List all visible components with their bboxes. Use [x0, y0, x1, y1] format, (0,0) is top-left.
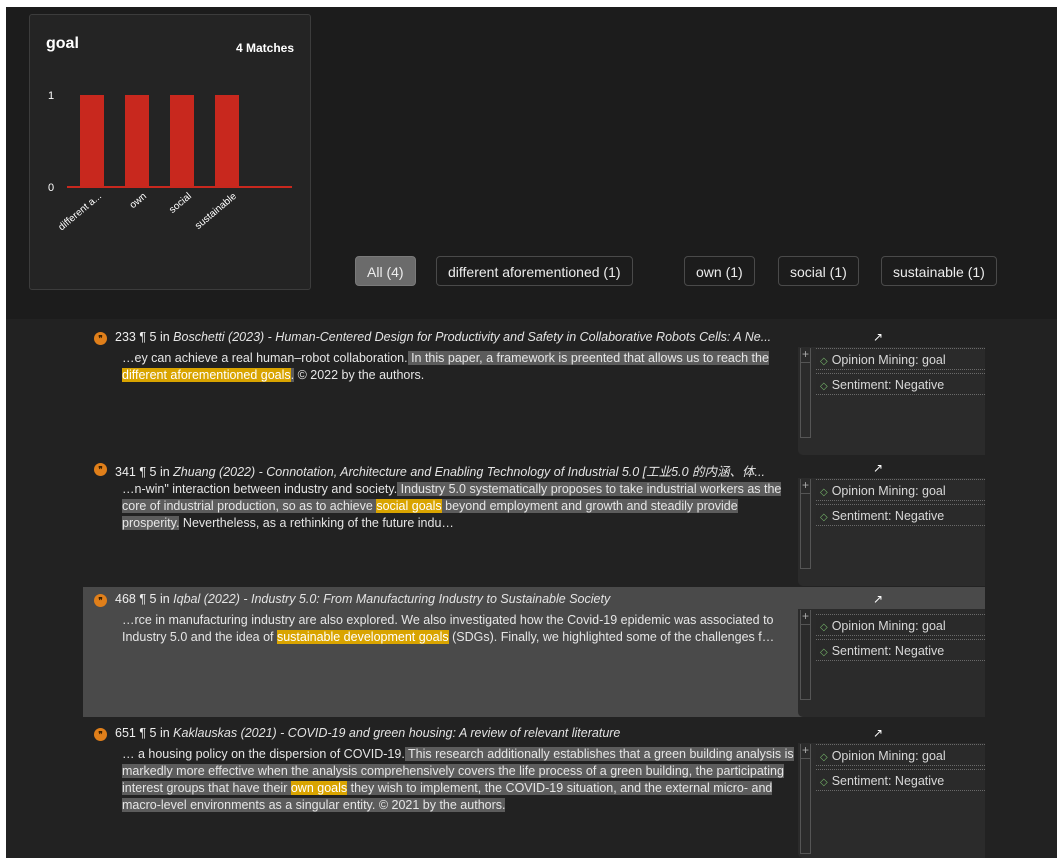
result-header[interactable]: 468 ¶ 5 in Iqbal (2022) - Industry 5.0: …: [115, 592, 795, 606]
code-tag[interactable]: ◇ Opinion Mining: goal: [816, 744, 985, 766]
chart-title: goal: [46, 35, 79, 52]
x-tick-label: different a...: [57, 191, 104, 233]
open-external-icon[interactable]: ↗: [873, 461, 883, 475]
result-header[interactable]: 651 ¶ 5 in Kaklauskas (2021) - COVID-19 …: [115, 726, 795, 740]
result-text: …ey can achieve a real human–robot colla…: [122, 351, 769, 382]
code-tag[interactable]: ◇ Opinion Mining: goal: [816, 614, 985, 636]
result-row[interactable]: ❞ 233 ¶ 5 in Boschetti (2023) - Human-Ce…: [83, 325, 985, 455]
match-highlight: own goals: [290, 781, 348, 795]
diamond-icon: ◇: [820, 622, 828, 633]
chart-card[interactable]: 0 1 different a... own social sustainable goa…: [29, 14, 311, 290]
match-highlight: sustainable development goals: [276, 630, 449, 644]
x-tick-label: sustainable: [193, 191, 239, 232]
bar: [170, 95, 194, 187]
code-tag[interactable]: ◇ Sentiment: Negative: [816, 639, 985, 661]
bar-chart: 0 1 different a... own social sustainable: [48, 90, 292, 233]
result-header[interactable]: 233 ¶ 5 in Boschetti (2023) - Human-Cent…: [115, 330, 795, 344]
code-tag[interactable]: ◇ Opinion Mining: goal: [816, 479, 985, 501]
diamond-icon: ◇: [820, 647, 828, 658]
filter-sustainable[interactable]: sustainable (1): [881, 256, 997, 286]
result-text: …rce in manufacturing industry are also …: [122, 613, 775, 644]
filter-different-aforementioned[interactable]: different aforementioned (1): [436, 256, 633, 286]
match-count: 4 Matches: [235, 41, 294, 55]
diamond-icon: ◇: [820, 512, 828, 523]
quote-bubble-icon: ❞: [94, 332, 107, 345]
match-highlight: social goals: [376, 499, 442, 513]
bar: [80, 95, 104, 187]
bar: [215, 95, 239, 187]
result-header[interactable]: 341 ¶ 5 in Zhuang (2022) - Connotation, …: [115, 461, 795, 480]
quote-bubble-icon: ❞: [94, 728, 107, 741]
y-tick-label: 0: [48, 182, 54, 194]
open-external-icon[interactable]: ↗: [873, 592, 883, 606]
diamond-icon: ◇: [820, 381, 828, 392]
x-tick-label: own: [128, 191, 149, 211]
open-external-icon[interactable]: ↗: [873, 726, 883, 740]
filter-all[interactable]: All (4): [355, 256, 416, 286]
result-row[interactable]: ❞ 651 ¶ 5 in Kaklauskas (2021) - COVID-1…: [83, 721, 985, 858]
code-tag[interactable]: ◇ Opinion Mining: goal: [816, 348, 985, 370]
quote-bubble-icon: ❞: [94, 594, 107, 607]
result-row[interactable]: ❞ 341 ¶ 5 in Zhuang (2022) - Connotation…: [83, 456, 985, 586]
bar: [125, 95, 149, 187]
code-tag[interactable]: ◇ Sentiment: Negative: [816, 373, 985, 395]
quote-bubble-icon: ❞: [94, 463, 107, 476]
diamond-icon: ◇: [820, 487, 828, 498]
x-tick-label: social: [167, 191, 194, 216]
result-text: …n-win" interaction between industry and…: [122, 482, 782, 530]
result-text: … a housing policy on the dispersion of …: [122, 747, 794, 812]
y-tick-label: 1: [48, 90, 54, 102]
diamond-icon: ◇: [820, 777, 828, 788]
filter-own[interactable]: own (1): [684, 256, 755, 286]
match-highlight: different aforementioned goals: [122, 368, 291, 382]
plus-icon[interactable]: +: [800, 479, 811, 569]
plus-icon[interactable]: +: [800, 744, 811, 854]
diamond-icon: ◇: [820, 356, 828, 367]
code-tag[interactable]: ◇ Sentiment: Negative: [816, 769, 985, 791]
open-external-icon[interactable]: ↗: [873, 330, 883, 344]
code-tag[interactable]: ◇ Sentiment: Negative: [816, 504, 985, 526]
plus-icon[interactable]: +: [800, 348, 811, 438]
diamond-icon: ◇: [820, 752, 828, 763]
filter-social[interactable]: social (1): [778, 256, 859, 286]
plus-icon[interactable]: +: [800, 610, 811, 700]
result-row-selected[interactable]: ❞ 468 ¶ 5 in Iqbal (2022) - Industry 5.0…: [83, 587, 985, 717]
